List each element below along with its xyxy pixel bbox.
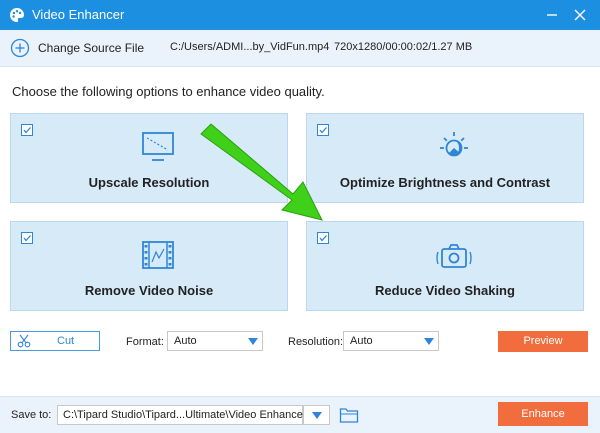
chevron-down-icon — [424, 338, 434, 345]
option-upscale-resolution[interactable]: Upscale Resolution — [10, 113, 288, 203]
save-path-field[interactable]: C:\Tipard Studio\Tipard...Ultimate\Video… — [57, 405, 307, 425]
option-label: Remove Video Noise — [84, 283, 214, 298]
source-file-path: C:/Users/ADMI...by_VidFun.mp4 — [170, 41, 330, 53]
monitor-icon — [142, 132, 174, 161]
change-source-button[interactable]: Change Source File — [38, 41, 144, 55]
camera-shake-icon — [436, 244, 472, 268]
chevron-down-icon — [312, 412, 322, 419]
minimize-icon[interactable] — [542, 5, 562, 25]
film-icon — [142, 241, 174, 269]
shaking-checkbox[interactable] — [317, 232, 329, 244]
checkmark-icon — [319, 235, 327, 242]
save-path-dropdown[interactable] — [303, 405, 330, 425]
save-path-text: C:\Tipard Studio\Tipard...Ultimate\Video… — [63, 409, 307, 421]
palette-icon — [10, 8, 24, 22]
enhance-button[interactable]: Enhance — [498, 402, 588, 426]
window-title: Video Enhancer — [32, 7, 125, 22]
option-label: Optimize Brightness and Contrast — [339, 175, 551, 190]
resolution-label: Resolution: — [288, 336, 344, 348]
source-file-info: 720x1280/00:00:02/1.27 MB — [334, 41, 473, 53]
checkmark-icon — [319, 127, 327, 134]
option-label: Upscale Resolution — [88, 175, 210, 190]
cut-label: Cut — [57, 335, 75, 347]
folder-icon[interactable] — [339, 406, 359, 424]
format-select[interactable]: Auto — [167, 331, 263, 351]
scissors-icon — [17, 334, 31, 348]
chevron-down-icon — [248, 338, 258, 345]
preview-button[interactable]: Preview — [498, 331, 588, 352]
format-label: Format: — [126, 336, 164, 348]
noise-checkbox[interactable] — [21, 232, 33, 244]
option-remove-noise[interactable]: Remove Video Noise — [10, 221, 288, 311]
source-bar: Change Source File C:/Users/ADMI...by_Vi… — [0, 30, 600, 67]
checkmark-icon — [23, 127, 31, 134]
format-value: Auto — [174, 335, 197, 347]
instruction-text: Choose the following options to enhance … — [12, 84, 325, 99]
option-reduce-shaking[interactable]: Reduce Video Shaking — [306, 221, 584, 311]
brightness-checkbox[interactable] — [317, 124, 329, 136]
save-to-label: Save to: — [11, 409, 52, 421]
upscale-checkbox[interactable] — [21, 124, 33, 136]
resolution-select[interactable]: Auto — [343, 331, 439, 351]
option-label: Reduce Video Shaking — [375, 283, 515, 298]
add-circle-icon[interactable] — [10, 38, 30, 58]
brightness-icon — [440, 132, 468, 157]
title-bar: Video Enhancer — [0, 0, 600, 30]
close-icon[interactable] — [570, 5, 590, 25]
cut-button[interactable]: Cut — [10, 331, 100, 351]
resolution-value: Auto — [350, 335, 373, 347]
option-brightness-contrast[interactable]: Optimize Brightness and Contrast — [306, 113, 584, 203]
checkmark-icon — [23, 235, 31, 242]
